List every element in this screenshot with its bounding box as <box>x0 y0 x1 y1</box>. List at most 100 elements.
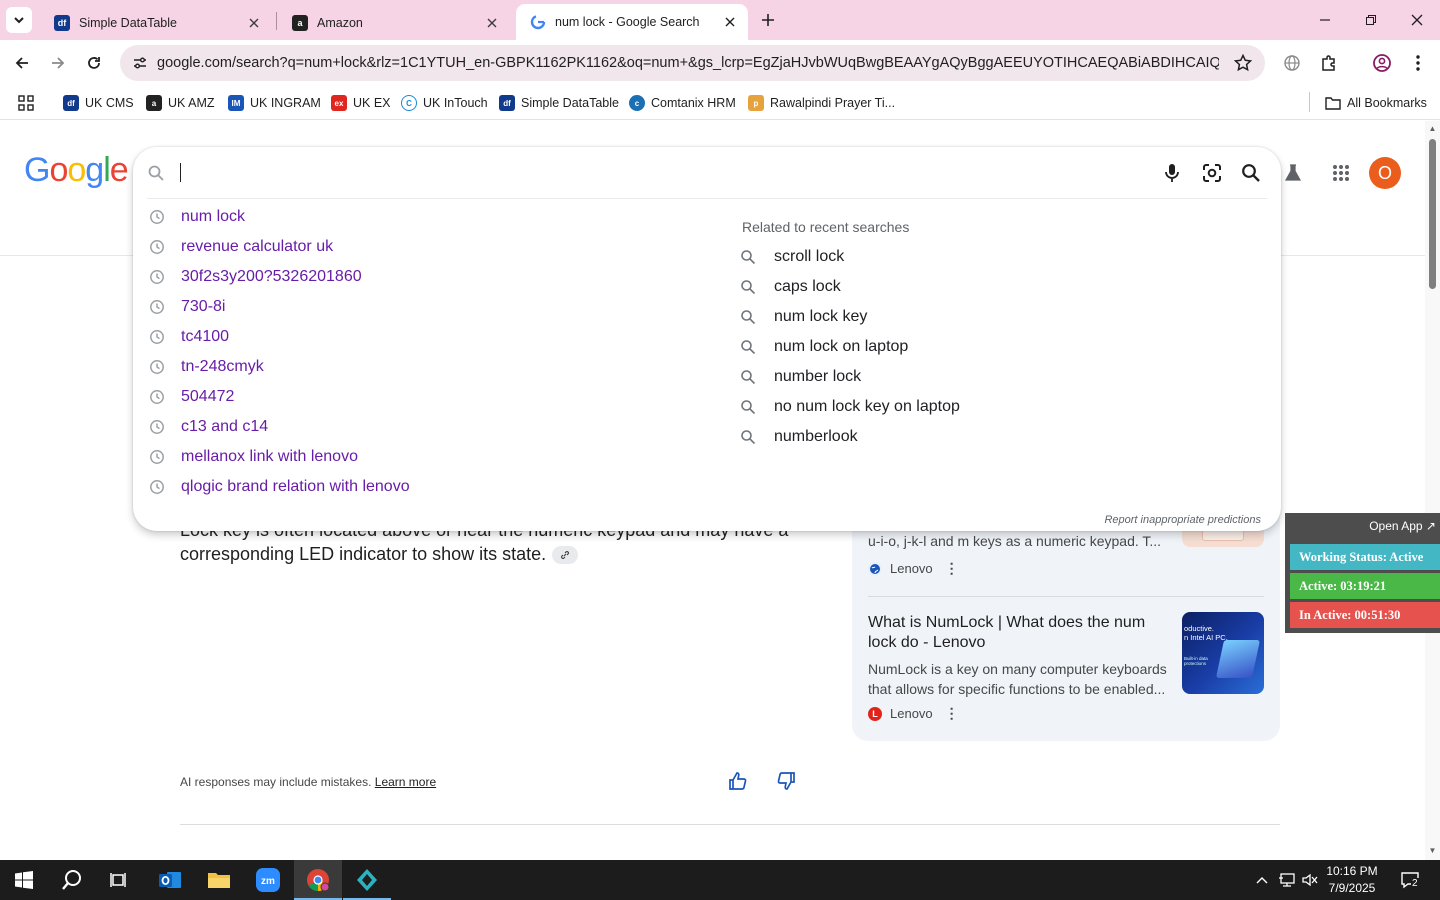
tab-strip: df Simple DataTable a Amazon num lock - … <box>0 0 1440 40</box>
chrome-menu-icon[interactable] <box>1407 52 1429 74</box>
bookmark-uk-amz[interactable]: a UK AMZ <box>146 92 215 114</box>
tab-label: num lock - Google Search <box>555 15 700 29</box>
google-apps-icon[interactable] <box>1327 159 1355 187</box>
notification-center-button[interactable]: 2 <box>1400 870 1420 890</box>
history-suggestion[interactable]: 730-8i <box>133 292 723 322</box>
new-tab-button[interactable] <box>757 9 779 31</box>
tab-google-search[interactable]: num lock - Google Search <box>516 4 748 40</box>
related-suggestion[interactable]: caps lock <box>733 272 1253 302</box>
learn-more-link[interactable]: Learn more <box>375 775 436 789</box>
open-app-link[interactable]: Open App ↗ <box>1369 519 1436 533</box>
scrollbar-thumb[interactable] <box>1429 139 1436 289</box>
link-chip-button[interactable] <box>552 546 579 565</box>
close-icon[interactable] <box>722 14 738 30</box>
taskbar-chrome[interactable] <box>294 860 342 900</box>
history-clock-icon <box>149 449 165 465</box>
bookmark-uk-intouch[interactable]: C UK InTouch <box>401 92 488 114</box>
report-predictions-link[interactable]: Report inappropriate predictions <box>1104 514 1261 526</box>
task-view-button[interactable] <box>96 860 144 900</box>
history-suggestion[interactable]: mellanox link with lenovo <box>133 442 723 472</box>
related-suggestion[interactable]: num lock on laptop <box>733 332 1253 362</box>
more-options-icon[interactable]: ⋮ <box>945 705 959 722</box>
taskbar-search-button[interactable] <box>48 860 96 900</box>
notification-count: 2 <box>1411 878 1419 889</box>
url-text[interactable]: google.com/search?q=num+lock&rlz=1C1YTUH… <box>157 55 1219 71</box>
account-avatar[interactable]: O <box>1369 157 1401 189</box>
search-submit-button[interactable] <box>1238 160 1264 186</box>
close-window-button[interactable] <box>1394 0 1440 40</box>
scroll-up-icon[interactable]: ▲ <box>1428 124 1437 133</box>
history-suggestion[interactable]: 30f2s3y200?5326201860 <box>133 262 723 292</box>
thumbs-up-button[interactable] <box>726 769 750 793</box>
bookmark-star-icon[interactable] <box>1233 53 1253 73</box>
history-suggestion[interactable]: tc4100 <box>133 322 723 352</box>
tab-search-button[interactable] <box>6 7 32 33</box>
history-suggestion-text: num lock <box>181 208 246 225</box>
related-suggestion[interactable]: no num lock key on laptop <box>733 392 1253 422</box>
close-icon[interactable] <box>246 15 262 31</box>
network-icon[interactable] <box>1278 871 1296 889</box>
taskbar-app[interactable] <box>343 860 391 900</box>
source-site-row[interactable]: L Lenovo ⋮ <box>868 705 959 722</box>
amazon-favicon-icon: a <box>146 95 162 111</box>
history-clock-icon <box>149 239 165 255</box>
source-thumbnail[interactable]: oductive. n Intel AI PC. Built-in data p… <box>1182 612 1264 694</box>
voice-search-button[interactable] <box>1159 160 1185 186</box>
globe-extension-icon[interactable] <box>1281 52 1303 74</box>
tune-icon <box>134 57 146 69</box>
search-icon <box>740 339 756 355</box>
back-button[interactable] <box>8 49 36 77</box>
search-icon <box>740 399 756 415</box>
extensions-puzzle-icon[interactable] <box>1318 52 1340 74</box>
bookmark-simple-datatable[interactable]: df Simple DataTable <box>499 92 619 114</box>
zoom-icon: zm <box>256 868 280 892</box>
page-scrollbar[interactable]: ▲ ▼ <box>1425 121 1440 860</box>
history-suggestion[interactable]: qlogic brand relation with lenovo <box>133 472 723 502</box>
taskbar-zoom[interactable]: zm <box>244 860 292 900</box>
minimize-button[interactable] <box>1302 0 1348 40</box>
forward-button[interactable] <box>44 49 72 77</box>
site-info-button[interactable] <box>126 49 154 77</box>
reload-button[interactable] <box>80 49 108 77</box>
all-bookmarks-button[interactable]: All Bookmarks <box>1325 92 1427 114</box>
related-suggestion[interactable]: number lock <box>733 362 1253 392</box>
source-title-link[interactable]: What is NumLock | What does the num lock… <box>868 613 1168 653</box>
bookmark-uk-ex[interactable]: ex UK EX <box>331 92 391 114</box>
search-input[interactable] <box>185 159 1085 187</box>
search-icon <box>148 165 164 181</box>
taskbar-outlook[interactable] <box>146 860 194 900</box>
taskbar-file-explorer[interactable] <box>195 860 243 900</box>
bookmark-comtanix-hrm[interactable]: c Comtanix HRM <box>629 92 736 114</box>
history-suggestion[interactable]: num lock <box>133 202 723 232</box>
volume-muted-icon[interactable] <box>1301 871 1319 889</box>
history-suggestion[interactable]: 504472 <box>133 382 723 412</box>
history-suggestion[interactable]: tn-248cmyk <box>133 352 723 382</box>
tab-amazon[interactable]: a Amazon <box>278 6 510 40</box>
lenovo-favicon-icon: L <box>868 706 882 721</box>
system-clock[interactable]: 10:16 PM 7/9/2025 <box>1322 863 1382 897</box>
labs-flask-icon[interactable] <box>1279 159 1307 187</box>
bookmark-uk-ingram[interactable]: IM UK INGRAM <box>228 92 321 114</box>
tray-overflow-icon[interactable] <box>1253 871 1271 889</box>
bookmark-uk-cms[interactable]: df UK CMS <box>63 92 134 114</box>
restore-button[interactable] <box>1348 0 1394 40</box>
address-bar[interactable]: google.com/search?q=num+lock&rlz=1C1YTUH… <box>120 45 1265 81</box>
start-button[interactable] <box>0 860 48 900</box>
thumbs-down-button[interactable] <box>774 769 798 793</box>
scroll-down-icon[interactable]: ▼ <box>1428 846 1437 855</box>
related-suggestion[interactable]: scroll lock <box>733 242 1253 272</box>
search-suggestions-dropdown: num lock revenue calculator uk 30f2s3y200?… <box>133 147 1281 531</box>
more-options-icon[interactable]: ⋮ <box>945 560 959 577</box>
apps-grid-icon[interactable] <box>18 92 34 114</box>
google-logo[interactable]: Google <box>24 151 129 190</box>
tab-simple-datatable[interactable]: df Simple DataTable <box>40 6 272 40</box>
history-suggestion[interactable]: revenue calculator uk <box>133 232 723 262</box>
lens-search-button[interactable] <box>1199 160 1225 186</box>
related-suggestion[interactable]: numberlook <box>733 422 1253 452</box>
profile-icon[interactable] <box>1371 52 1393 74</box>
bookmark-rawalpindi-prayer[interactable]: p Rawalpindi Prayer Ti... <box>748 92 895 114</box>
related-suggestion[interactable]: num lock key <box>733 302 1253 332</box>
history-suggestion[interactable]: c13 and c14 <box>133 412 723 442</box>
close-icon[interactable] <box>484 15 500 31</box>
source-site-row[interactable]: Lenovo ⋮ <box>868 560 959 577</box>
